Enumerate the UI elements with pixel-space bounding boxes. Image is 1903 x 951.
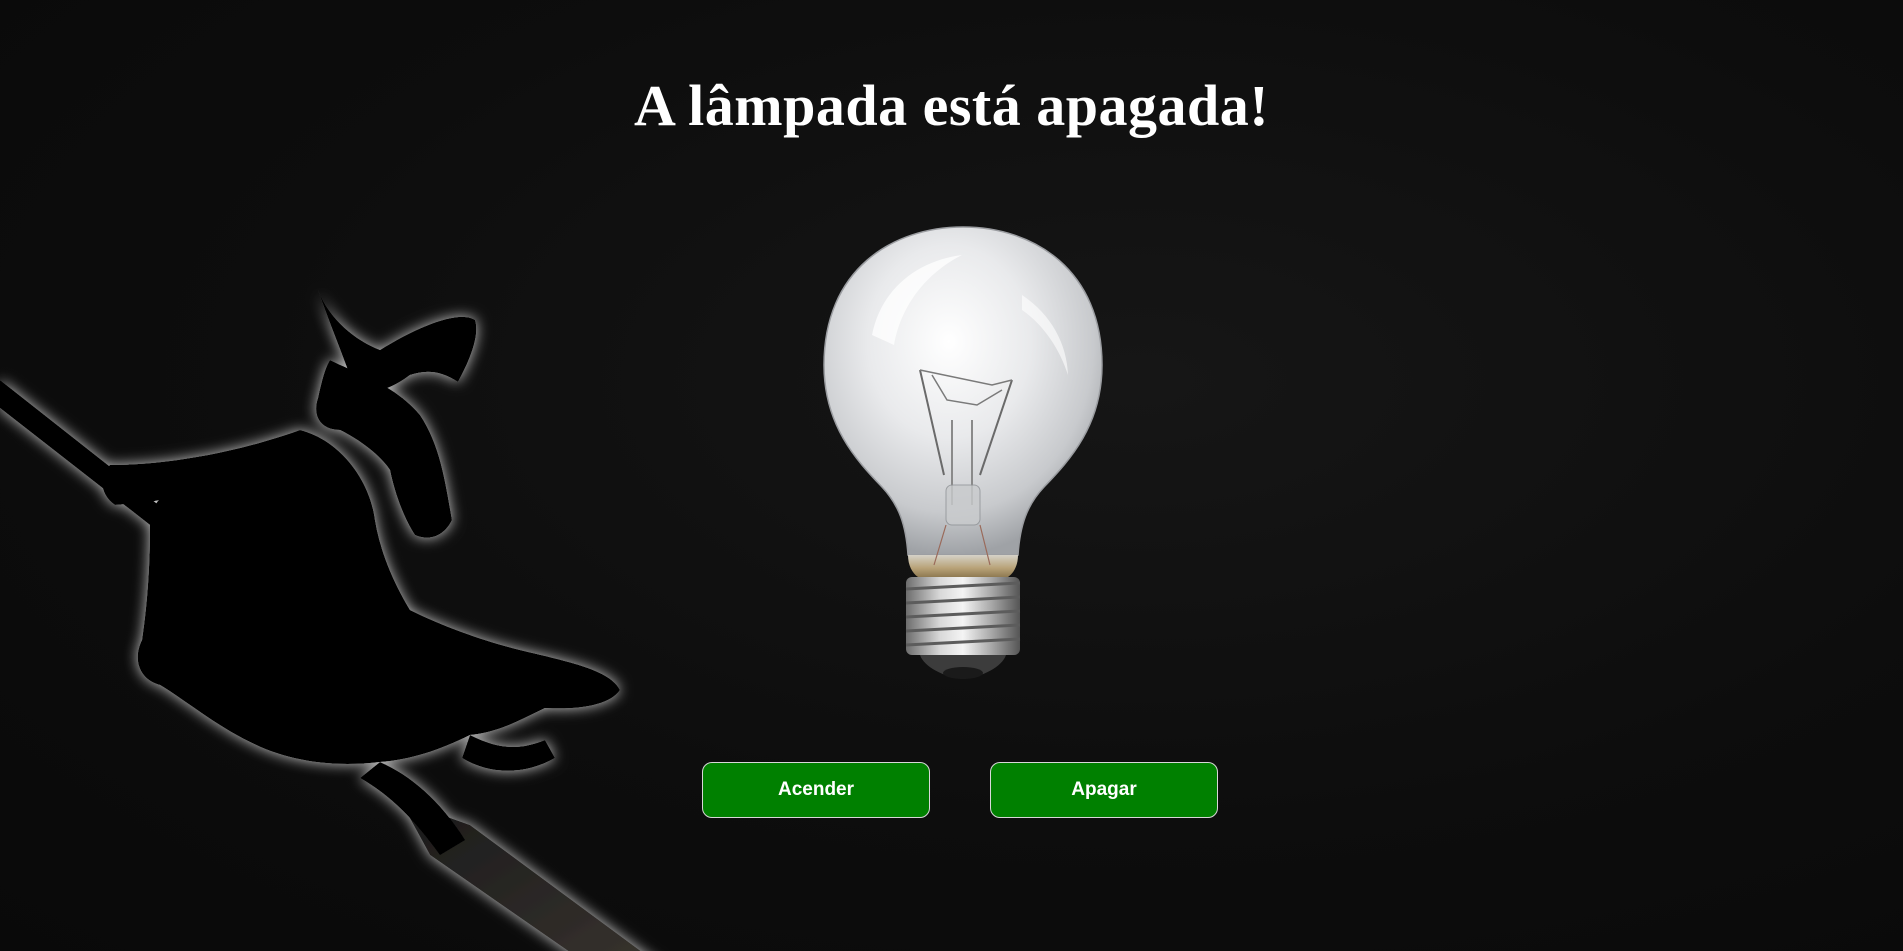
page-title: A lâmpada está apagada!: [633, 73, 1270, 138]
turn-off-button[interactable]: Apagar: [990, 762, 1218, 818]
light-bulb-off-icon: [822, 225, 1104, 681]
turn-on-button[interactable]: Acender: [702, 762, 930, 818]
witch-silhouette-icon: [0, 280, 680, 951]
